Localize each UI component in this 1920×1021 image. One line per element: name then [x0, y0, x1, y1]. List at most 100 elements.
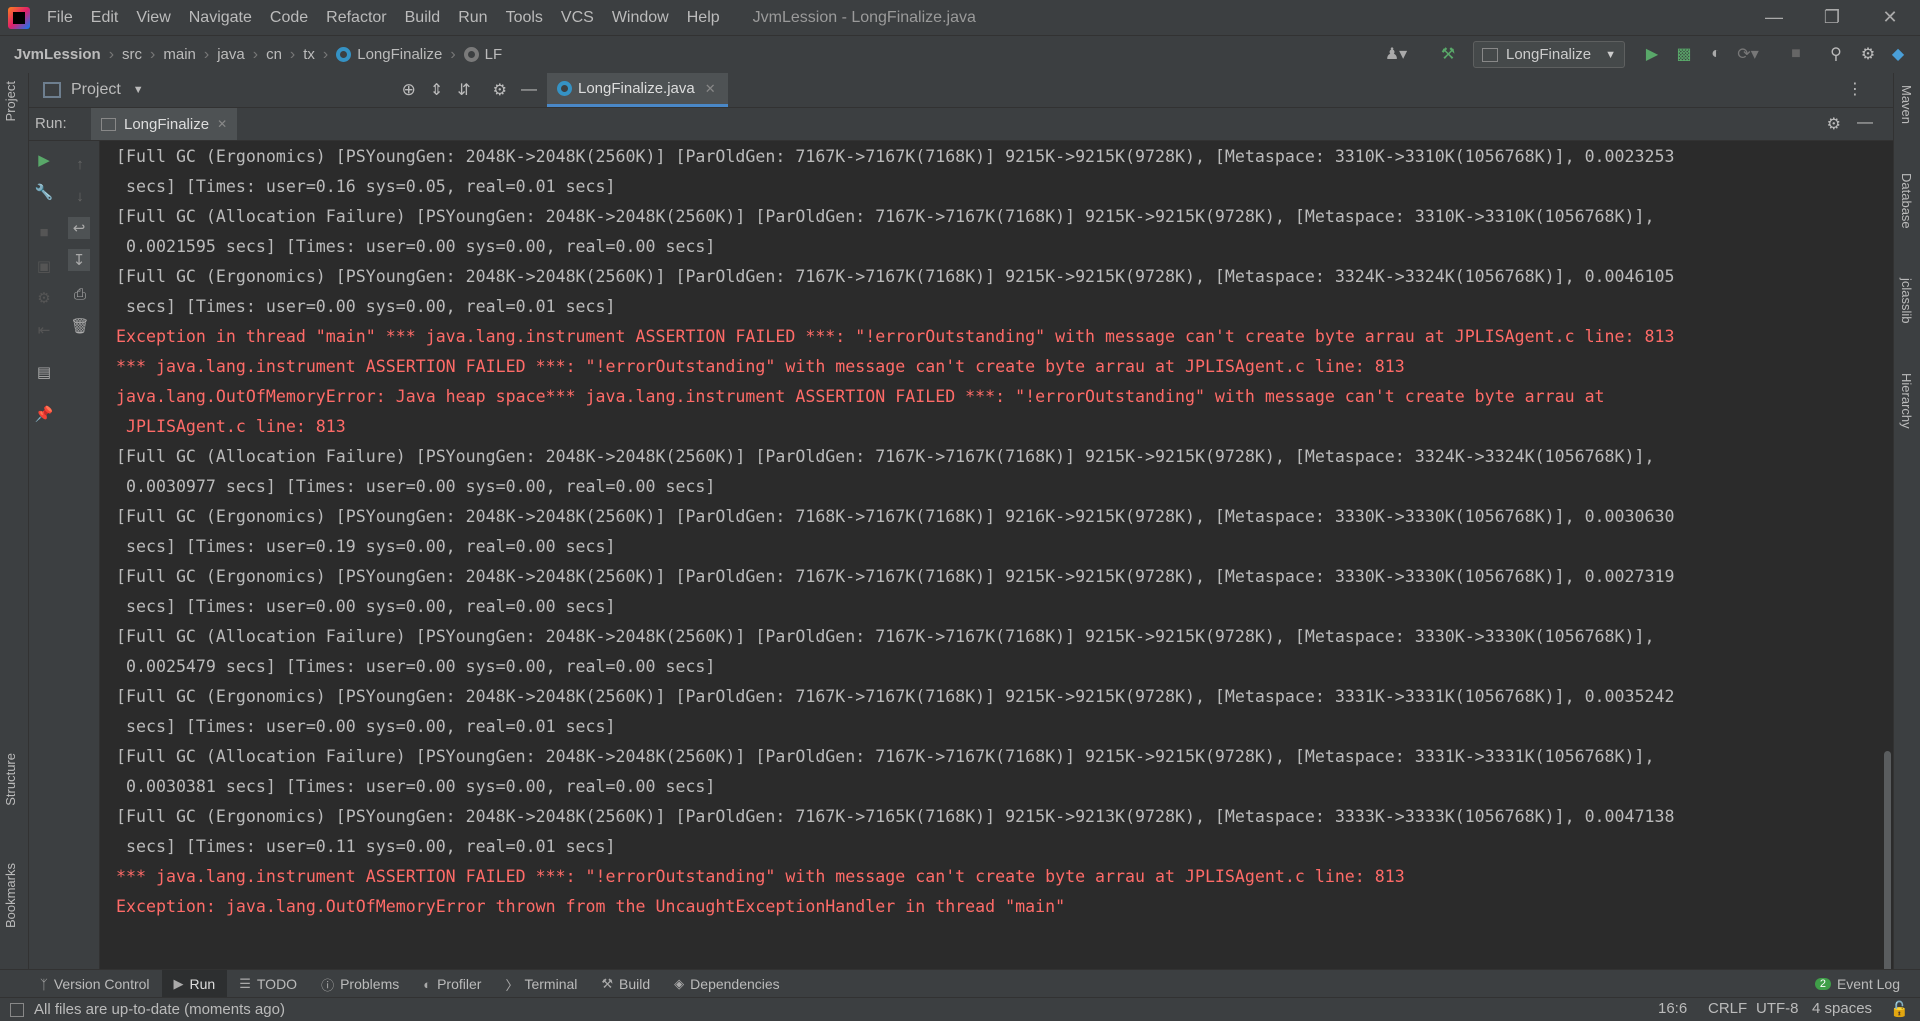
maven-tool-tab[interactable]: Maven — [1899, 85, 1914, 124]
tab-profiler[interactable]: ◐ Profiler — [411, 970, 493, 998]
coverage-icon[interactable]: ◐ — [1706, 44, 1726, 64]
tab-todo[interactable]: ☰ TODO — [227, 970, 309, 998]
menu-file[interactable]: File — [38, 9, 82, 27]
database-tool-tab[interactable]: Database — [1899, 173, 1914, 229]
breadcrumb-cn[interactable]: › cn — [245, 46, 282, 64]
scroll-to-end-icon[interactable]: ↧ — [68, 249, 90, 271]
toolbox-icon[interactable]: ◆ — [1888, 44, 1908, 64]
breadcrumb-main[interactable]: › main — [142, 46, 196, 64]
run-toolbar: ▶ ↑ 🔧 ↓ ■ ↩ ▣ ↧ ⚙ ⎙ ⇤ 🗑 ▤ 📌 — [29, 141, 100, 988]
lock-icon[interactable]: 🔓 — [1890, 1000, 1909, 1018]
menu-help[interactable]: Help — [678, 9, 729, 27]
console-line: 0.0030977 secs] [Times: user=0.00 sys=0.… — [116, 477, 716, 496]
expand-all-icon[interactable]: ⇕ — [430, 80, 443, 100]
event-count-badge: 2 — [1814, 978, 1831, 990]
user-icon[interactable]: ♟▾ — [1385, 44, 1407, 64]
build-hammer-icon[interactable]: ⚒ — [1438, 44, 1458, 64]
profile-icon[interactable]: ⟳▾ — [1737, 44, 1758, 64]
search-icon[interactable]: ⚲ — [1826, 44, 1846, 64]
menu-run[interactable]: Run — [449, 9, 496, 27]
hide-icon[interactable]: — — [1857, 114, 1873, 132]
up-arrow-icon[interactable]: ↑ — [69, 153, 91, 175]
down-arrow-icon[interactable]: ↓ — [69, 185, 91, 207]
tab-version-control[interactable]: ᛉ Version Control — [28, 970, 162, 998]
tab-terminal[interactable]: 〉 Terminal — [493, 970, 589, 998]
menu-code[interactable]: Code — [261, 9, 317, 27]
breadcrumb-class[interactable]: › LongFinalize — [315, 46, 442, 64]
rerun-icon[interactable]: ▶ — [33, 149, 55, 171]
project-panel-header: Project ▼ ⊕ ⇕ ⇵ ⚙ — — [29, 73, 547, 108]
console-line: secs] [Times: user=0.00 sys=0.00, real=0… — [116, 597, 616, 616]
hierarchy-tool-tab[interactable]: Hierarchy — [1899, 373, 1914, 429]
close-tab-icon[interactable]: ✕ — [217, 117, 227, 131]
run-icon[interactable]: ▶ — [1642, 44, 1662, 64]
close-icon[interactable]: ✕ — [1861, 0, 1919, 35]
console-line: [Full GC (Ergonomics) [PSYoungGen: 2048K… — [116, 687, 1675, 706]
menu-tools[interactable]: Tools — [497, 9, 552, 27]
console-scrollbar[interactable] — [1882, 141, 1893, 988]
menu-navigate[interactable]: Navigate — [180, 9, 261, 27]
tab-build[interactable]: ⚒ Build — [589, 970, 662, 998]
project-tool-tab[interactable]: Project — [3, 81, 18, 121]
status-toggle-icon[interactable] — [10, 1002, 24, 1017]
cursor-position[interactable]: 16:6 — [1658, 1000, 1687, 1017]
stop-icon[interactable]: ■ — [1786, 44, 1806, 64]
stop-icon[interactable]: ■ — [33, 221, 55, 243]
run-configuration-select[interactable]: LongFinalize ▼ — [1473, 41, 1625, 68]
trash-icon[interactable]: 🗑 — [69, 315, 91, 337]
breadcrumb-tx[interactable]: › tx — [282, 46, 315, 64]
menu-refactor[interactable]: Refactor — [317, 9, 395, 27]
indent-setting[interactable]: 4 spaces — [1812, 1000, 1872, 1017]
exit-icon[interactable]: ⇤ — [33, 319, 55, 341]
event-log-button[interactable]: 2 Event Log — [1803, 970, 1912, 998]
console-line: [Full GC (Allocation Failure) [PSYoungGe… — [116, 207, 1655, 226]
line-separator[interactable]: CRLF — [1708, 1000, 1747, 1017]
menu-window[interactable]: Window — [603, 9, 678, 27]
breadcrumb-method[interactable]: › LF — [442, 46, 502, 64]
tab-run[interactable]: ▶ Run — [161, 970, 228, 998]
menu-build[interactable]: Build — [396, 9, 450, 27]
chevron-down-icon[interactable]: ▼ — [133, 84, 144, 96]
soft-wrap-icon[interactable]: ↩ — [68, 217, 90, 239]
console-line: 0.0021595 secs] [Times: user=0.00 sys=0.… — [116, 237, 716, 256]
pin-icon[interactable]: 📌 — [33, 403, 55, 425]
console-line: secs] [Times: user=0.16 sys=0.05, real=0… — [116, 177, 616, 196]
bookmarks-tool-tab[interactable]: Bookmarks — [3, 863, 18, 928]
wrench-icon[interactable]: 🔧 — [33, 181, 55, 203]
gear-icon[interactable]: ⚙ — [1827, 114, 1841, 134]
breadcrumb-project[interactable]: JvmLession — [14, 46, 101, 63]
close-tab-icon[interactable]: ✕ — [705, 81, 716, 97]
print-icon[interactable]: ⎙ — [69, 283, 91, 305]
tab-dependencies[interactable]: ◈ Dependencies — [662, 970, 792, 998]
collapse-all-icon[interactable]: ⇵ — [457, 80, 470, 100]
dump-threads-icon[interactable]: ⚙ — [33, 287, 55, 309]
hide-icon[interactable]: — — [521, 81, 537, 99]
menu-edit[interactable]: Edit — [82, 9, 128, 27]
restore-icon[interactable]: ❐ — [1803, 0, 1861, 35]
locate-icon[interactable]: ⊕ — [402, 80, 416, 100]
file-encoding[interactable]: UTF-8 — [1756, 1000, 1799, 1017]
layout-icon[interactable]: ▤ — [33, 361, 55, 383]
config-icon — [1482, 47, 1498, 62]
editor-tab-longfinalize[interactable]: LongFinalize.java ✕ — [547, 73, 728, 107]
run-tab-longfinalize[interactable]: LongFinalize ✕ — [91, 108, 238, 140]
structure-tool-tab[interactable]: Structure — [3, 753, 18, 806]
jclasslib-tool-tab[interactable]: jclasslib — [1899, 278, 1914, 324]
console-line: Exception in thread "main" *** java.lang… — [116, 327, 1675, 346]
project-panel-title[interactable]: Project — [71, 81, 121, 99]
settings-gear-icon[interactable]: ⚙ — [1858, 44, 1878, 64]
debug-icon[interactable]: ▩ — [1674, 44, 1694, 64]
scrollbar-thumb[interactable] — [1884, 751, 1891, 981]
console-output[interactable]: [Full GC (Ergonomics) [PSYoungGen: 2048K… — [100, 141, 1880, 988]
menu-view[interactable]: View — [127, 9, 179, 27]
more-tabs-icon[interactable]: ⋮ — [1847, 79, 1863, 99]
tab-problems[interactable]: ⓘ Problems — [309, 970, 411, 998]
console-line: [Full GC (Ergonomics) [PSYoungGen: 2048K… — [116, 267, 1675, 286]
minimize-icon[interactable]: — — [1745, 0, 1803, 35]
gear-icon[interactable]: ⚙ — [493, 80, 507, 100]
menu-vcs[interactable]: VCS — [552, 9, 603, 27]
console-line: 0.0030381 secs] [Times: user=0.00 sys=0.… — [116, 777, 716, 796]
breadcrumb-src[interactable]: › src — [101, 46, 142, 64]
camera-icon[interactable]: ▣ — [33, 255, 55, 277]
breadcrumb-java[interactable]: › java — [196, 46, 245, 64]
